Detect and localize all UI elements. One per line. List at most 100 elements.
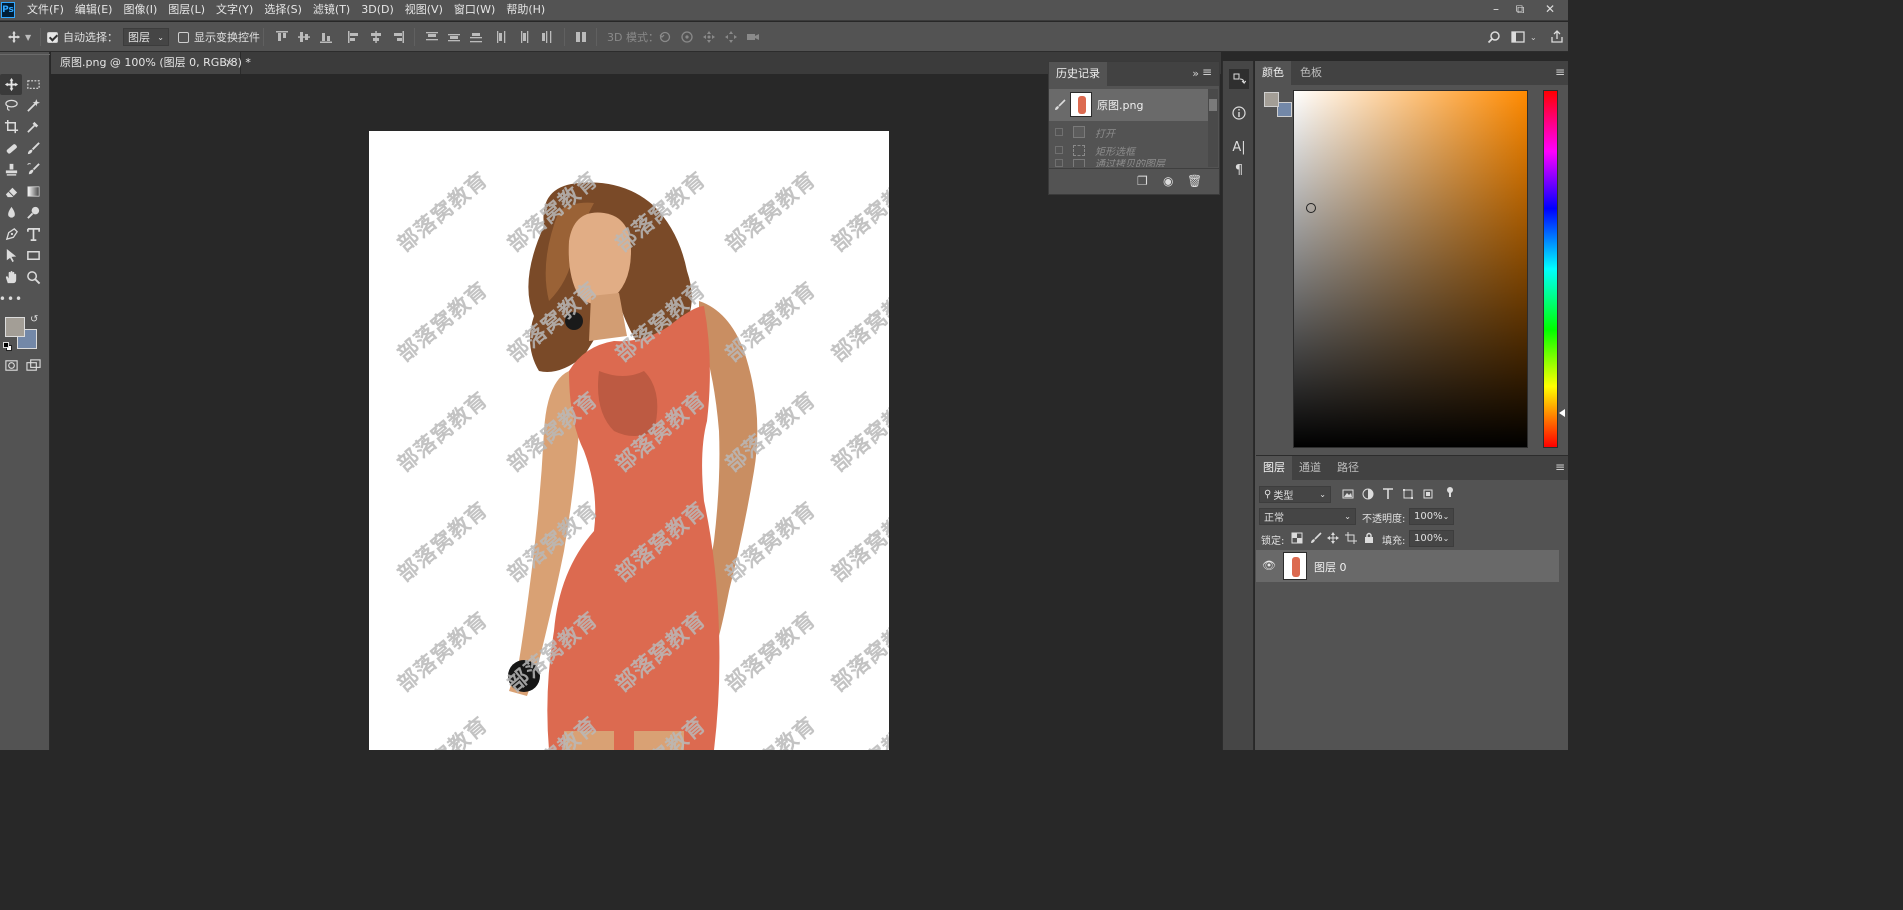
filter-smart-object-icon[interactable] — [1421, 487, 1435, 501]
camera-snapshot-icon[interactable]: ◉ — [1163, 174, 1173, 188]
close-icon[interactable]: ✕ — [1538, 0, 1562, 20]
layer-filter-dropdown[interactable]: ⚲ 类型 ⌄ — [1259, 486, 1331, 503]
panel-menu-icon[interactable]: ≡ — [1555, 65, 1565, 79]
distribute-right-icon[interactable] — [538, 29, 554, 45]
roll-3d-icon[interactable] — [679, 29, 695, 45]
auto-align-icon[interactable] — [573, 29, 589, 45]
color-picker-field[interactable] — [1293, 90, 1528, 448]
tab-swatches[interactable]: 色板 — [1293, 61, 1329, 85]
scrollbar-thumb[interactable] — [1209, 99, 1217, 111]
lock-pixels-icon[interactable] — [1309, 531, 1323, 545]
menu-help[interactable]: 帮助(H) — [506, 0, 545, 21]
lock-transparency-icon[interactable] — [1290, 531, 1304, 545]
filter-adjustment-icon[interactable] — [1361, 487, 1375, 501]
opacity-input[interactable]: 100% ⌄ — [1409, 508, 1454, 525]
menu-file[interactable]: 文件(F) — [27, 0, 64, 21]
menu-filter[interactable]: 滤镜(T) — [313, 0, 350, 21]
hand-tool[interactable] — [0, 267, 22, 288]
blend-mode-dropdown[interactable]: 正常 ⌄ — [1259, 508, 1356, 525]
layer-row[interactable]: 👁 图层 0 — [1256, 550, 1559, 582]
rectangle-tool[interactable] — [22, 245, 44, 266]
menu-layer[interactable]: 图层(L) — [168, 0, 205, 21]
new-document-from-state-icon[interactable]: ❐ — [1137, 174, 1148, 188]
eraser-tool[interactable] — [0, 181, 22, 202]
share-button[interactable] — [1549, 22, 1565, 52]
magic-wand-tool[interactable] — [22, 95, 44, 116]
align-bottom-icon[interactable] — [318, 29, 334, 45]
menu-type[interactable]: 文字(Y) — [216, 0, 253, 21]
rotate-3d-icon[interactable] — [657, 29, 673, 45]
filter-pixel-icon[interactable] — [1341, 487, 1355, 501]
auto-select-target-dropdown[interactable]: 图层 ⌄ — [123, 28, 169, 46]
healing-brush-tool[interactable] — [0, 138, 22, 159]
history-tab[interactable]: 历史记录 — [1049, 62, 1107, 86]
distribute-bottom-icon[interactable] — [468, 29, 484, 45]
menu-edit[interactable]: 编辑(E) — [75, 0, 113, 21]
quick-mask-button[interactable] — [0, 355, 22, 376]
history-state-row[interactable]: 通过拷贝的图层 — [1049, 159, 1209, 167]
close-tab-icon[interactable]: × — [225, 52, 234, 74]
document-tab[interactable]: 原图.png @ 100% (图层 0, RGB/8) * × — [51, 52, 251, 74]
tab-layers[interactable]: 图层 — [1256, 456, 1292, 480]
type-tool[interactable] — [22, 224, 44, 245]
menu-view[interactable]: 视图(V) — [405, 0, 443, 21]
auto-select-checkbox[interactable] — [47, 31, 58, 43]
camera-3d-icon[interactable] — [745, 29, 761, 45]
history-state-row[interactable]: 打开 — [1049, 123, 1209, 141]
tab-channels[interactable]: 通道 — [1292, 456, 1328, 480]
dodge-tool[interactable] — [22, 202, 44, 223]
filter-toggle-icon[interactable] — [1443, 485, 1457, 499]
lock-artboard-icon[interactable] — [1344, 531, 1358, 545]
pen-tool[interactable] — [0, 224, 22, 245]
fill-input[interactable]: 100% ⌄ — [1409, 530, 1454, 547]
history-state-row[interactable]: 矩形选框 — [1049, 141, 1209, 159]
minimize-icon[interactable]: – — [1484, 0, 1508, 20]
collapse-panel-icon[interactable]: » — [1192, 67, 1199, 80]
history-brush-source-icon[interactable] — [1053, 98, 1067, 112]
align-left-icon[interactable] — [346, 29, 362, 45]
clone-stamp-tool[interactable] — [0, 159, 22, 180]
filter-shape-icon[interactable] — [1401, 487, 1415, 501]
screen-mode-button[interactable] — [22, 355, 44, 376]
color-picker-cursor[interactable] — [1306, 203, 1316, 213]
history-state-checkbox[interactable] — [1055, 146, 1063, 154]
zoom-tool[interactable] — [22, 267, 44, 288]
history-brush-tool[interactable] — [22, 159, 44, 180]
history-state-checkbox[interactable] — [1055, 128, 1063, 136]
align-hcenter-icon[interactable] — [368, 29, 384, 45]
restore-icon[interactable]: ⧉ — [1508, 0, 1532, 20]
menu-select[interactable]: 选择(S) — [264, 0, 302, 21]
document-canvas[interactable]: 部落窝教育 部落窝教育 部落窝教育 部落窝教育 部落窝教育 部落窝教育 部落窝教育 部落窝教育… — [369, 131, 889, 750]
hue-slider[interactable] — [1543, 90, 1565, 448]
hue-slider-handle[interactable] — [1559, 409, 1565, 417]
character-panel-icon[interactable]: A| — [1229, 137, 1249, 157]
distribute-vcenter-icon[interactable] — [446, 29, 462, 45]
distribute-hcenter-icon[interactable] — [516, 29, 532, 45]
color-panel-foreground-swatch[interactable] — [1264, 92, 1279, 107]
menu-image[interactable]: 图像(I) — [123, 0, 157, 21]
info-icon[interactable] — [1229, 103, 1249, 123]
eyedropper-tool[interactable] — [22, 116, 44, 137]
crop-tool[interactable] — [0, 116, 22, 137]
distribute-left-icon[interactable] — [494, 29, 510, 45]
search-button[interactable] — [1486, 22, 1502, 52]
menu-window[interactable]: 窗口(W) — [454, 0, 495, 21]
history-snapshot-row[interactable]: 原图.png — [1049, 89, 1209, 121]
panel-menu-icon[interactable]: ≡ — [1202, 65, 1216, 81]
color-panel-background-swatch[interactable] — [1277, 102, 1292, 117]
blur-tool[interactable] — [0, 202, 22, 223]
move-tool-preset[interactable]: ▼ — [6, 22, 31, 52]
history-panel-icon[interactable] — [1229, 69, 1249, 89]
panel-menu-icon[interactable]: ≡ — [1555, 460, 1565, 474]
trash-icon[interactable]: 🗑 — [1187, 174, 1202, 188]
eye-visibility-icon[interactable]: 👁 — [1262, 559, 1276, 573]
gradient-tool[interactable] — [22, 181, 44, 202]
history-scrollbar[interactable] — [1208, 89, 1218, 167]
history-state-checkbox[interactable] — [1055, 159, 1063, 167]
workspace-switcher[interactable]: ⌄ — [1510, 22, 1537, 52]
align-vcenter-icon[interactable] — [296, 29, 312, 45]
path-selection-tool[interactable] — [0, 245, 22, 266]
swap-colors-icon[interactable]: ↺ — [30, 314, 42, 325]
lock-position-icon[interactable] — [1326, 531, 1340, 545]
align-top-icon[interactable] — [274, 29, 290, 45]
